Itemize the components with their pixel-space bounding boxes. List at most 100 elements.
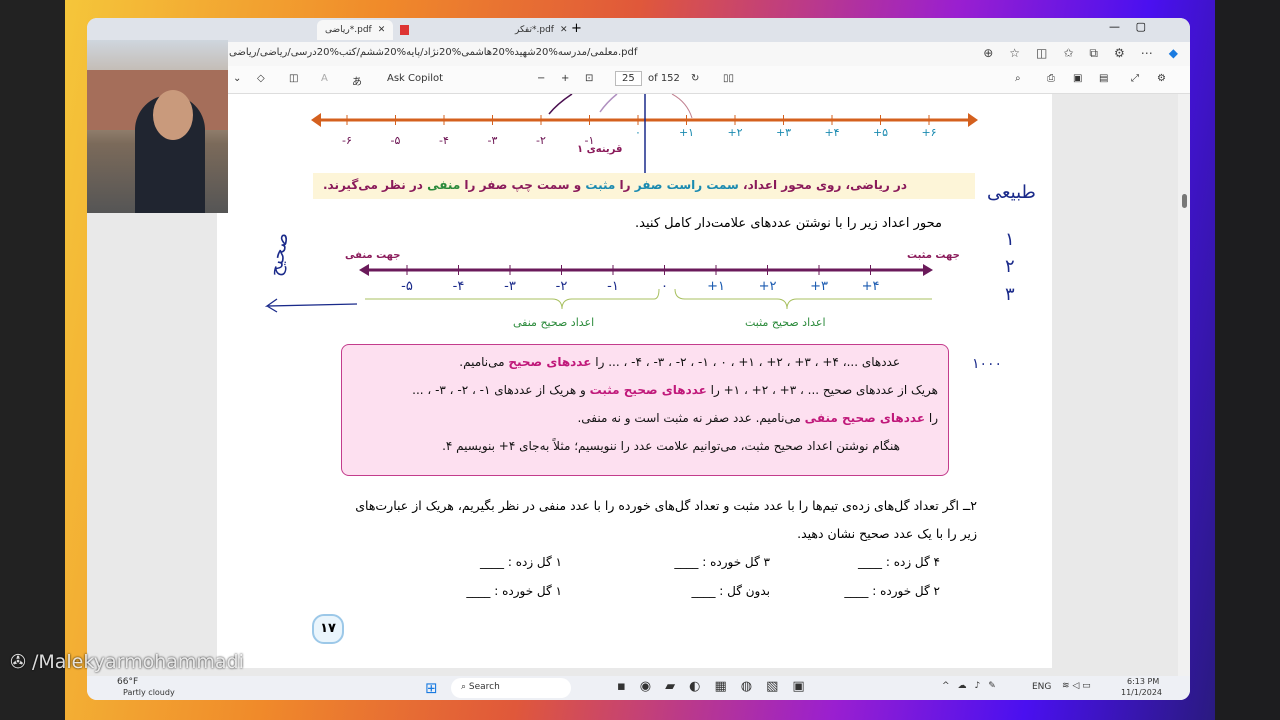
page-number-input[interactable]: 25 [615, 71, 642, 86]
maximize-button[interactable]: ▢ [1136, 20, 1146, 33]
print-icon[interactable]: ⎙ [1047, 73, 1055, 84]
favorite-star-icon[interactable]: ☆ [1009, 46, 1020, 61]
axis-label: -۵ [401, 279, 413, 294]
axis-label: ۰ [661, 279, 668, 294]
close-icon[interactable]: ✕ [560, 25, 568, 35]
zoom-icon[interactable]: ⊕ [983, 46, 993, 61]
zoom-out-button[interactable]: − [537, 73, 545, 84]
handwriting: طبیعی [987, 182, 1036, 203]
top-line-label: +۵ [872, 126, 889, 139]
note-text: در ریاضی، روی محور اعداد، سمت راست صفر ر… [322, 178, 907, 192]
read-aloud-icon[interactable]: A [321, 73, 328, 84]
extensions-icon[interactable]: ⚙ [1114, 46, 1125, 61]
handwriting: ۱۰۰۰ [972, 356, 1003, 372]
q2-item[interactable]: بدون گل : ____ [691, 584, 770, 598]
settings-icon[interactable]: ⚙ [1157, 73, 1166, 84]
taskbar-apps[interactable]: ▪◉▰◐▦◍▧▣ [617, 679, 819, 694]
copilot-icon[interactable]: ◆ [1169, 46, 1178, 61]
collections-icon[interactable]: ⧉ [1089, 46, 1098, 61]
tray-icons[interactable]: ^☁♪✎ [942, 681, 1004, 691]
arrow-right [923, 264, 933, 276]
q2-item[interactable]: ۴ گل زده : ____ [858, 555, 940, 569]
box-line-4: هنگام نوشتن اعداد صحیح مثبت، می‌توانیم ع… [442, 439, 900, 453]
handwritten-arrow [264, 298, 358, 313]
arrow-left [359, 264, 369, 276]
top-line-label: +۱ [678, 126, 695, 139]
tab-tafakor[interactable]: تفکر*.pdf ✕ [392, 20, 576, 40]
q2-item[interactable]: ۱ گل زده : ____ [480, 555, 562, 569]
q2-item[interactable]: ۲ گل خورده : ____ [844, 584, 940, 598]
more-icon[interactable]: ⋯ [1141, 46, 1153, 61]
arc-arrow [599, 94, 618, 113]
chevron-down-icon[interactable]: ⌄ [233, 73, 241, 84]
search-icon[interactable]: ⌕ [1015, 73, 1021, 84]
negative-integers-label: اعداد صحیح منفی [513, 316, 595, 329]
browser-window: ریاضی*.pdf ✕ تفکر*.pdf ✕ + — ▢ معلمی/مدرسه… [87, 18, 1190, 700]
top-line-label: -۵ [390, 134, 401, 147]
axis-label: +۳ [810, 279, 828, 294]
url-text[interactable]: معلمی/مدرسه%20شهید%20هاشمی%20نژاد/پایه%2… [229, 47, 637, 58]
fullscreen-icon[interactable]: ⤢ [1131, 73, 1139, 84]
top-line-caption: قرینه‌ی ۱ [577, 144, 623, 155]
windows-start-icon[interactable]: ⊞ [425, 679, 438, 697]
rotate-icon[interactable]: ↻ [691, 73, 699, 84]
two-page-icon[interactable]: ▯▯ [723, 73, 734, 84]
axis-label: +۲ [758, 279, 777, 294]
eraser-icon[interactable]: ◇ [257, 73, 265, 84]
axis-label: -۴ [452, 279, 465, 294]
arc-arrow [548, 94, 573, 115]
clock-date[interactable]: 11/1/2024 [1121, 688, 1162, 697]
clock-time[interactable]: 6:13 PM [1127, 677, 1159, 686]
definition-box: عددهای ...، ۴+ ، ۳+ ، ۲+ ، ۱+ ، ۰ ، ۱- ،… [341, 344, 949, 476]
axis-label: -۲ [555, 279, 568, 294]
page-number: ۱۷ [312, 614, 344, 644]
tab-riazi[interactable]: ریاضی*.pdf ✕ [317, 20, 394, 40]
positive-integers-label: اعداد صحیح مثبت [745, 316, 826, 329]
q2-item[interactable]: ۳ گل خورده : ____ [674, 555, 770, 569]
top-line-label: ۰ [635, 126, 641, 139]
pdf-toolbar: ⌄ ◇ ◫ A あ Ask Copilot − + ⊡ 25 of 152 ↻ … [87, 66, 1190, 94]
split-screen-icon[interactable]: ◫ [1036, 46, 1047, 61]
language-indicator[interactable]: ENG [1032, 682, 1051, 692]
q2-item[interactable]: ۱ گل خورده : ____ [466, 584, 562, 598]
taskbar-search[interactable]: ⌕ Search [451, 678, 571, 698]
weather-temp[interactable]: 66°F [117, 677, 138, 687]
tab-label: تفکر*.pdf [515, 25, 554, 35]
pdf-viewer: -۶ -۵ -۴ -۳ -۲ -۱ ۰ +۱ +۲ +۳ +۴ +۵ +۶ قرینه‌ی ۱ در ر… [87, 94, 1178, 676]
negative-direction-label: جهت منفی [345, 250, 401, 261]
question-2-text: ۲ــ اگر تعداد گل‌های زده‌ی تیم‌ها را با … [355, 498, 977, 513]
axis-label: -۱ [607, 279, 619, 294]
save-icon[interactable]: ▣ [1073, 73, 1082, 84]
favorites-icon[interactable]: ✩ [1063, 46, 1073, 61]
positive-direction-label: جهت مثبت [907, 250, 960, 261]
handwriting: ۱ [1005, 229, 1015, 250]
page-view-icon[interactable]: ◫ [289, 73, 298, 84]
box-line-2: هریک از عددهای صحیح ... ، ۳+ ، ۲+ ، ۱+ ر… [412, 383, 938, 397]
question-2-text-2: زیر را با یک عدد صحیح نشان دهید. [797, 526, 977, 541]
box-line-1: عددهای ...، ۴+ ، ۳+ ، ۲+ ، ۱+ ، ۰ ، ۱- ،… [459, 355, 900, 369]
axis-label: +۴ [861, 279, 880, 294]
box-line-3: را عددهای صحیح منفی می‌نامیم. عدد صفر نه… [577, 411, 938, 425]
translate-icon[interactable]: あ [352, 73, 362, 88]
taskbar: 66°F Partly cloudy ⊞ ⌕ Search ▪◉▰◐▦◍▧▣ ^… [87, 676, 1190, 700]
pdf-page: -۶ -۵ -۴ -۳ -۲ -۱ ۰ +۱ +۲ +۳ +۴ +۵ +۶ قرینه‌ی ۱ در ر… [217, 94, 1052, 668]
instruction: محور اعداد زیر را با نوشتن عددهای علامت‌… [635, 216, 942, 231]
top-line-label: +۶ [921, 126, 937, 139]
save-as-icon[interactable]: ▤ [1099, 73, 1108, 84]
weather-desc[interactable]: Partly cloudy [123, 688, 175, 697]
address-bar[interactable]: معلمی/مدرسه%20شهید%20هاشمی%20نژاد/پایه%2… [87, 42, 1190, 66]
top-line-label: +۲ [727, 126, 743, 139]
arrow-right [968, 113, 978, 127]
vertical-scrollbar[interactable] [1178, 94, 1190, 676]
wifi-volume-battery-icons[interactable]: ≋ ◁ ▭ [1062, 681, 1091, 691]
fit-page-icon[interactable]: ⊡ [585, 73, 593, 84]
webcam-overlay [87, 40, 228, 213]
minimize-button[interactable]: — [1109, 20, 1120, 33]
close-icon[interactable]: ✕ [378, 25, 386, 35]
ask-copilot-button[interactable]: Ask Copilot [387, 73, 443, 84]
new-tab-button[interactable]: + [571, 21, 582, 36]
side-border [1215, 0, 1280, 720]
zoom-in-button[interactable]: + [561, 73, 569, 84]
scroll-thumb[interactable] [1182, 194, 1187, 208]
top-line-label: +۴ [824, 126, 840, 139]
